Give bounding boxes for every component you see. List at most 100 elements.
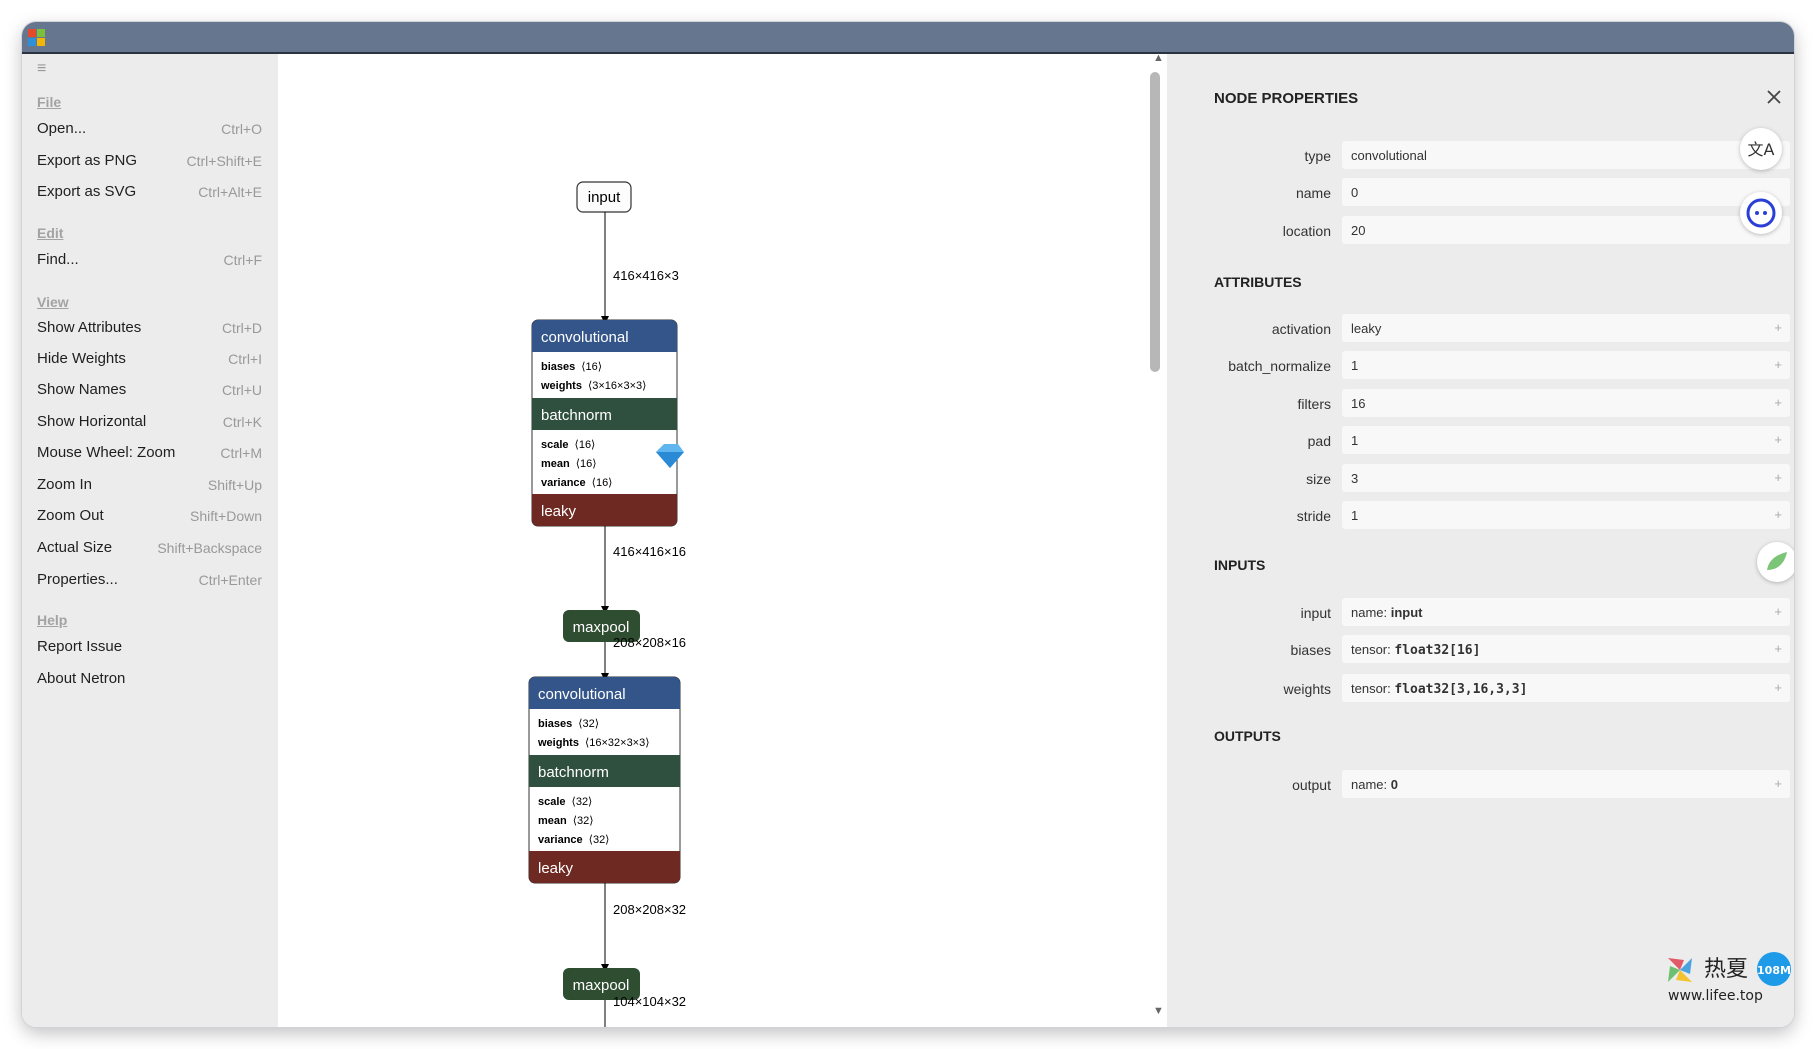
edge-label: 416×416×3 [613,268,679,283]
menu-item-hide-weights[interactable]: Hide Weights Ctrl+I [37,347,262,373]
attr-value-filters[interactable]: 16 + [1342,389,1790,417]
menu-item-mouse-wheel-zoom[interactable]: Mouse Wheel: Zoom Ctrl+M [37,441,262,467]
prop-name-location: location [1282,223,1331,239]
attr-value-size[interactable]: 3 + [1342,464,1790,492]
menu-item-show-names[interactable]: Show Names Ctrl+U [37,378,262,404]
menu-item-export-png[interactable]: Export as PNG Ctrl+Shift+E [37,149,262,175]
input-value-biases[interactable]: tensor: float32[16] + [1342,635,1790,663]
section-outputs: OUTPUTS [1214,728,1281,744]
output-name-output: output [1292,777,1331,793]
prop-name-type: type [1304,148,1331,164]
attr-name-filters: filters [1297,396,1331,412]
app-window: ≡ File Open... Ctrl+O Export as PNG Ctrl+S… [22,22,1794,1027]
scroll-up-arrow-icon[interactable]: ▲ [1153,52,1164,64]
attr-value-batch-normalize[interactable]: 1 + [1342,351,1790,379]
bn-attr-mean: mean ⟨32⟩ [538,815,594,827]
conv-block-2[interactable]: convolutional biases ⟨32⟩ weights ⟨16×32×3… [528,676,681,884]
translate-icon[interactable]: 文A [1740,128,1782,170]
menu-item-open[interactable]: Open... Ctrl+O [37,117,262,143]
watermark: 热夏 108M www.lifee.top [1660,950,1810,1010]
expand-plus-icon[interactable]: + [1774,320,1782,335]
menu-item-find[interactable]: Find... Ctrl+F [37,248,262,274]
attr-value-pad[interactable]: 1 + [1342,426,1790,454]
attr-name-size: size [1306,471,1331,487]
conv-attr-weights: weights ⟨3×16×3×3⟩ [540,380,646,392]
input-value-input[interactable]: name: input + [1342,598,1790,626]
attr-value-stride[interactable]: 1 + [1342,501,1790,529]
attr-name-batch-normalize: batch_normalize [1228,358,1331,374]
expand-plus-icon[interactable]: + [1774,432,1782,447]
menu-item-zoom-out[interactable]: Zoom Out Shift+Down [37,504,262,530]
expand-plus-icon[interactable]: + [1774,776,1782,791]
input-name-input: input [1300,605,1331,621]
graph-svg[interactable]: input 416×416×3 convolutional biases ⟨16⟩… [278,54,1174,1027]
attr-name-pad: pad [1307,433,1331,449]
menu-item-about[interactable]: About Netron [37,667,262,693]
bn-attr-scale: scale ⟨32⟩ [538,796,592,808]
edge-label: 208×208×16 [613,635,686,650]
expand-plus-icon[interactable]: + [1774,395,1782,410]
menu-item-export-svg[interactable]: Export as SVG Ctrl+Alt+E [37,180,262,206]
bn-attr-mean: mean ⟨16⟩ [541,458,597,470]
watermark-badge: 108M [1757,964,1791,977]
leaky-node-label: leaky [541,503,577,520]
watermark-chars: 热夏 [1704,957,1748,982]
batchnorm-node-label: batchnorm [541,407,612,424]
panel-title: NODE PROPERTIES [1214,90,1359,107]
scroll-down-arrow-icon[interactable]: ▼ [1153,1005,1164,1017]
expand-plus-icon[interactable]: + [1774,357,1782,372]
conv-attr-biases: biases ⟨32⟩ [538,718,599,730]
expand-plus-icon[interactable]: + [1774,641,1782,656]
input-name-biases: biases [1290,642,1331,658]
conv-block-1[interactable]: convolutional biases ⟨16⟩ weights ⟨3×16×3×… [531,319,678,527]
conv-attr-weights: weights ⟨16×32×3×3⟩ [537,737,650,749]
prop-name-name: name [1295,185,1331,201]
leaky-node-label: leaky [538,860,574,877]
menu-hamburger-icon[interactable]: ≡ [37,60,46,78]
input-node-label: input [588,189,621,206]
expand-plus-icon[interactable]: + [1774,604,1782,619]
expand-plus-icon[interactable]: + [1774,680,1782,695]
maxpool-node-label: maxpool [573,977,630,994]
batchnorm-node-label: batchnorm [538,764,609,781]
input-node[interactable]: input [576,181,632,213]
menu-group-file: File [37,94,62,110]
bn-attr-variance: variance ⟨16⟩ [541,477,612,489]
menu-item-actual-size[interactable]: Actual Size Shift+Backspace [37,536,262,562]
bn-attr-scale: scale ⟨16⟩ [541,439,595,451]
edge-label: 104×104×32 [613,994,686,1009]
menu-item-show-attributes[interactable]: Show Attributes Ctrl+D [37,316,262,342]
title-bar [22,22,1794,54]
prop-value-type[interactable]: convolutional [1342,141,1790,169]
edge-label: 208×208×32 [613,902,686,917]
menu-group-view: View [37,294,69,310]
node-properties-panel: NODE PROPERTIES type convolutional name … [1167,54,1794,1027]
input-value-weights[interactable]: tensor: float32[3,16,3,3] + [1342,674,1790,702]
attr-value-activation[interactable]: leaky + [1342,314,1790,342]
menu-item-properties[interactable]: Properties... Ctrl+Enter [37,568,262,594]
svg-text:文A: 文A [1748,140,1775,159]
vertical-scrollbar-thumb[interactable] [1150,72,1160,372]
attr-name-activation: activation [1271,321,1331,337]
maxpool-node-label: maxpool [573,619,630,636]
close-icon[interactable] [1765,88,1783,106]
prop-value-name[interactable]: 0 [1342,178,1790,206]
bn-attr-variance: variance ⟨32⟩ [538,834,609,846]
menu-item-show-horizontal[interactable]: Show Horizontal Ctrl+K [37,410,262,436]
app-logo-icon [28,29,45,46]
menu-item-zoom-in[interactable]: Zoom In Shift+Up [37,473,262,499]
conv-node-label: convolutional [541,329,629,346]
edge-label: 416×416×16 [613,544,686,559]
attr-name-stride: stride [1296,508,1331,524]
prop-value-location[interactable]: 20 [1342,216,1790,244]
expand-plus-icon[interactable]: + [1774,470,1782,485]
expand-plus-icon[interactable]: + [1774,507,1782,522]
graph-canvas[interactable]: input 416×416×3 convolutional biases ⟨16⟩… [278,54,1174,1027]
output-value-output[interactable]: name: 0 + [1342,770,1790,798]
leaf-icon[interactable] [1757,542,1794,582]
pinwheel-icon [1668,958,1692,982]
assistant-face-icon[interactable] [1740,192,1782,234]
menu-item-report-issue[interactable]: Report Issue [37,635,262,661]
input-name-weights: weights [1283,681,1331,697]
section-attributes: ATTRIBUTES [1214,274,1302,290]
